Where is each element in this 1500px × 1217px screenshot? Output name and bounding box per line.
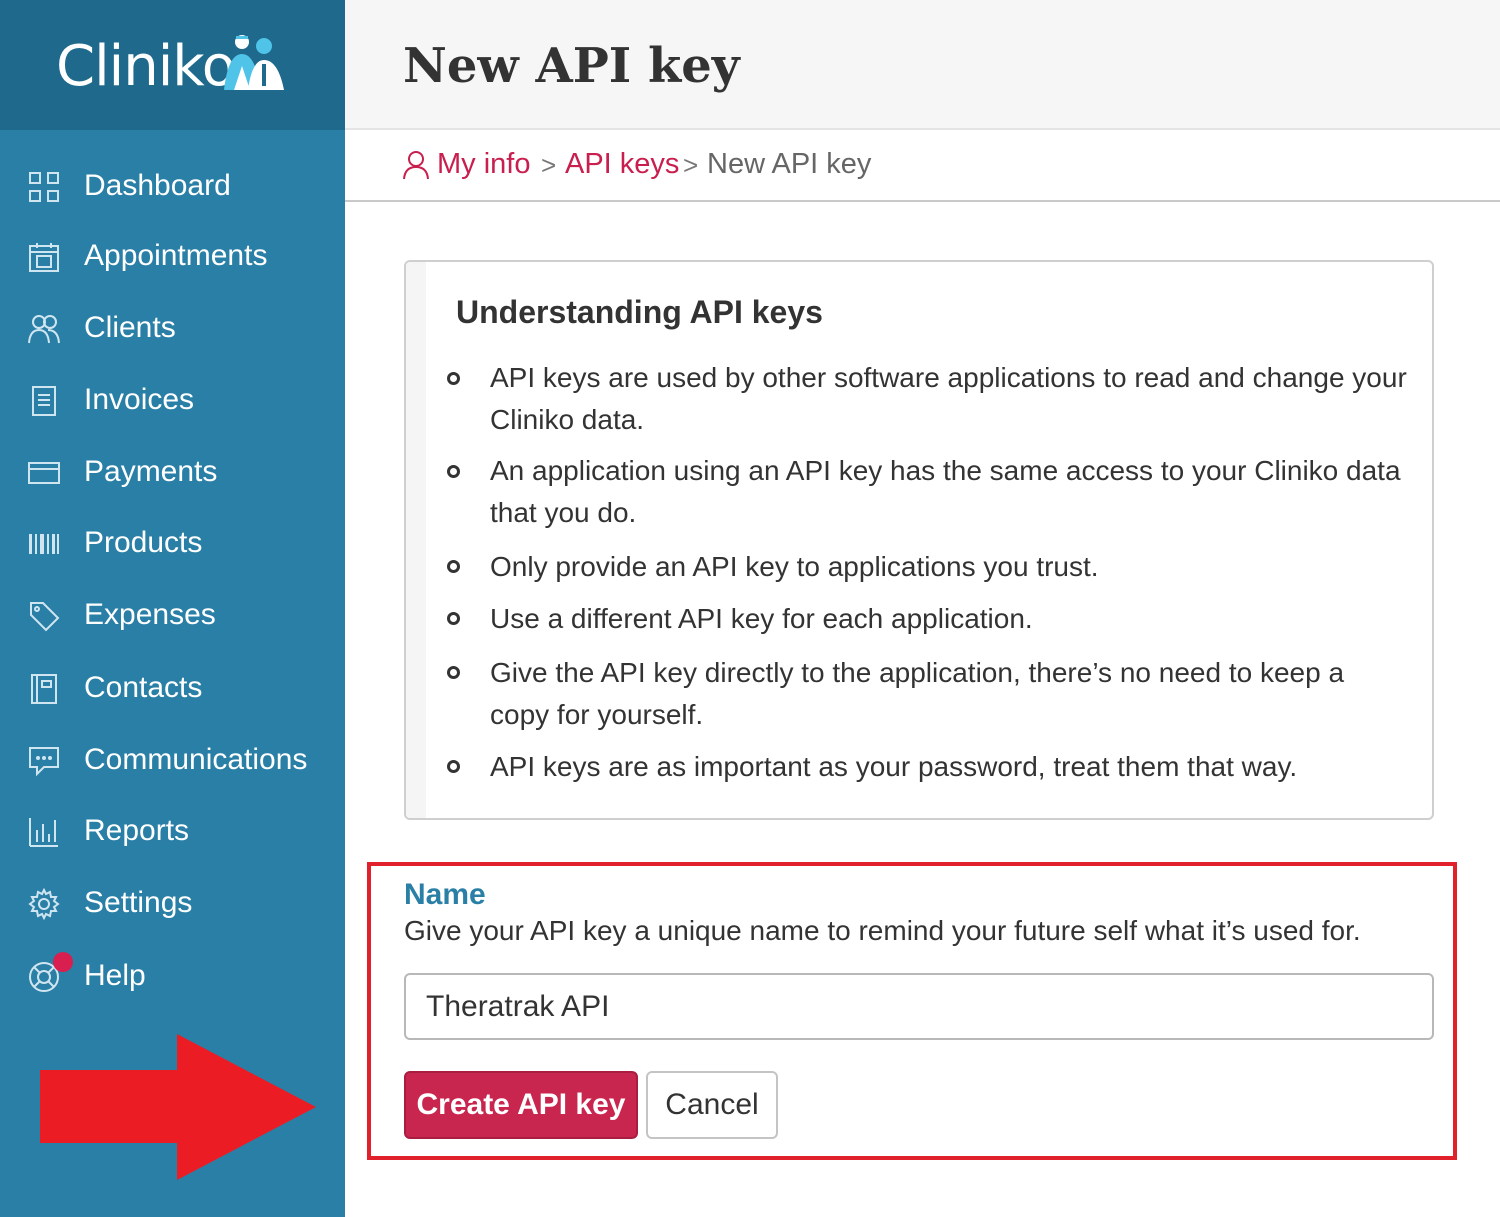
bullet-marker bbox=[447, 560, 460, 573]
sidebar-item-label: Help bbox=[84, 959, 146, 992]
sidebar-item-label: Contacts bbox=[84, 671, 203, 704]
sidebar-item-reports[interactable]: Reports bbox=[0, 801, 345, 861]
chat-icon bbox=[29, 747, 59, 777]
sidebar-item-label: Expenses bbox=[84, 598, 216, 631]
sidebar-item-label: Products bbox=[84, 526, 203, 559]
name-field-label: Name bbox=[404, 878, 486, 911]
info-bullet: Use a different API key for each applica… bbox=[490, 603, 1033, 634]
page-header: New API key bbox=[345, 0, 1500, 130]
breadcrumb-api-keys[interactable]: API keys bbox=[565, 148, 679, 181]
sidebar-item-label: Settings bbox=[84, 886, 193, 919]
bullet-marker bbox=[447, 666, 460, 679]
page-title: New API key bbox=[403, 38, 740, 94]
sidebar-item-communications[interactable]: Communications bbox=[0, 730, 345, 790]
info-panel-title: Understanding API keys bbox=[456, 294, 823, 330]
breadcrumb-my-info[interactable]: My info bbox=[437, 148, 530, 181]
sidebar: Cliniko Dashboard Appointments Clients I… bbox=[0, 0, 345, 1217]
name-field-help: Give your API key a unique name to remin… bbox=[404, 915, 1361, 946]
cliniko-people-icon bbox=[224, 35, 284, 90]
document-icon bbox=[32, 386, 56, 416]
sidebar-item-help[interactable]: Help bbox=[0, 946, 345, 1006]
bar-chart-icon bbox=[29, 818, 58, 847]
calendar-icon bbox=[29, 243, 59, 272]
create-api-key-button[interactable]: Create API key bbox=[404, 1071, 638, 1139]
sidebar-item-expenses[interactable]: Expenses bbox=[0, 585, 345, 645]
sidebar-item-label: Communications bbox=[84, 743, 308, 776]
notification-dot bbox=[53, 952, 73, 972]
sidebar-item-dashboard[interactable]: Dashboard bbox=[0, 156, 345, 216]
breadcrumb-current: New API key bbox=[707, 148, 872, 180]
breadcrumb-separator: > bbox=[683, 150, 699, 180]
sidebar-item-label: Payments bbox=[84, 455, 218, 488]
panel-accent-strip bbox=[406, 262, 426, 818]
api-keys-info-panel: Understanding API keys API keys are used… bbox=[404, 260, 1434, 820]
cancel-button[interactable]: Cancel bbox=[646, 1071, 778, 1139]
name-input[interactable] bbox=[404, 973, 1434, 1040]
red-arrow-annotation bbox=[40, 1034, 316, 1180]
address-book-icon bbox=[31, 674, 57, 704]
barcode-icon bbox=[29, 534, 59, 554]
tag-icon bbox=[30, 602, 60, 632]
bullet-marker bbox=[447, 465, 460, 478]
sidebar-item-appointments[interactable]: Appointments bbox=[0, 226, 345, 286]
user-icon bbox=[403, 151, 429, 180]
gear-icon bbox=[28, 888, 60, 920]
sidebar-item-settings[interactable]: Settings bbox=[0, 873, 345, 933]
sidebar-item-label: Appointments bbox=[84, 239, 268, 272]
info-bullet: Only provide an API key to applications … bbox=[490, 551, 1099, 582]
bullet-marker bbox=[447, 372, 460, 385]
sidebar-item-payments[interactable]: Payments bbox=[0, 442, 345, 502]
sidebar-item-label: Invoices bbox=[84, 383, 195, 416]
dashboard-grid-icon bbox=[29, 172, 59, 202]
breadcrumb: My info > API keys > New API key bbox=[345, 130, 1500, 202]
sidebar-item-products[interactable]: Products bbox=[0, 513, 345, 573]
breadcrumb-separator: > bbox=[541, 150, 557, 180]
sidebar-item-invoices[interactable]: Invoices bbox=[0, 370, 345, 430]
sidebar-item-label: Dashboard bbox=[84, 169, 231, 202]
people-icon bbox=[28, 315, 60, 344]
brand-logo-text[interactable]: Cliniko bbox=[56, 34, 236, 99]
bullet-marker bbox=[447, 612, 460, 625]
sidebar-item-contacts[interactable]: Contacts bbox=[0, 658, 345, 718]
info-bullet: API keys are as important as your passwo… bbox=[490, 751, 1298, 782]
info-bullet: An application using an API key has the … bbox=[490, 455, 1401, 528]
info-bullet: API keys are used by other software appl… bbox=[490, 362, 1407, 435]
logo-bar: Cliniko bbox=[0, 0, 345, 130]
sidebar-item-label: Clients bbox=[84, 311, 176, 344]
sidebar-item-label: Reports bbox=[84, 814, 190, 847]
bullet-marker bbox=[447, 760, 460, 773]
credit-card-icon bbox=[28, 462, 60, 484]
sidebar-item-clients[interactable]: Clients bbox=[0, 298, 345, 358]
info-bullet: Give the API key directly to the applica… bbox=[490, 657, 1345, 730]
